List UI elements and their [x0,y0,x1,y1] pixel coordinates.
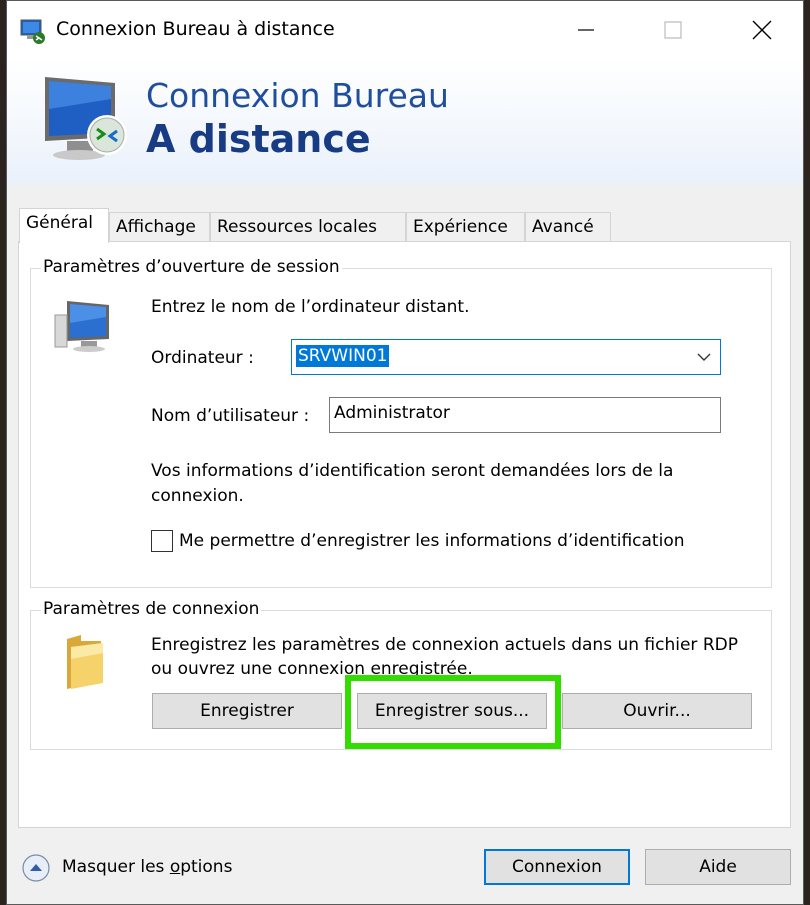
maximize-icon [664,21,682,39]
collapse-options-icon[interactable] [21,853,51,883]
minimize-icon [578,29,594,31]
computer-value: SRVWIN01 [296,345,390,367]
open-button[interactable]: Ouvrir... [562,693,752,729]
username-label: Nom d’utilisateur : [151,406,310,426]
tab-panel-general: Paramètres d’ouverture de session Entrez… [18,241,791,828]
save-button[interactable]: Enregistrer [152,693,342,729]
close-button[interactable] [723,1,801,59]
hide-options-link[interactable]: Masquer les options [62,857,232,877]
window-title: Connexion Bureau à distance [56,18,335,40]
session-intro-text: Entrez le nom de l’ordinateur distant. [151,297,470,317]
rdp-window: Connexion Bureau à distance Connexion Bu… [6,0,804,905]
username-field[interactable]: Administrator [329,397,721,433]
banner-title-line2: A distance [146,117,371,161]
tab-experience[interactable]: Expérience [406,212,525,242]
hide-options-suffix: ptions [180,857,233,877]
connection-settings-group: Paramètres de connexion Enregistrez les … [30,599,772,750]
minimize-button[interactable] [547,1,625,59]
tab-advanced[interactable]: Avancé [525,212,611,242]
session-settings-group: Paramètres d’ouverture de session Entrez… [30,257,772,588]
maximize-button[interactable] [634,1,712,59]
hide-options-prefix: Masquer les [62,857,170,877]
save-credentials-label[interactable]: Me permettre d’enregistrer les informati… [179,531,685,551]
hide-options-accelerator: o [169,857,181,877]
close-icon [752,20,772,40]
computer-icon [54,301,109,352]
remote-desktop-icon [20,19,45,44]
session-group-title: Paramètres d’ouverture de session [41,257,342,277]
connection-description: Enregistrez les paramètres de connexion … [151,635,738,679]
title-bar[interactable]: Connexion Bureau à distance [7,1,803,59]
computer-combobox[interactable]: SRVWIN01 [291,339,721,375]
save-credentials-checkbox[interactable] [151,530,173,552]
folder-icon [67,635,103,689]
computer-label: Ordinateur : [151,348,254,368]
connect-button[interactable]: Connexion [484,849,630,885]
tab-local-resources[interactable]: Ressources locales [210,212,406,242]
tab-general[interactable]: Général [19,208,109,243]
chevron-down-icon[interactable] [696,350,712,364]
connection-group-title: Paramètres de connexion [41,599,262,619]
highlight-box [345,675,561,749]
remote-desktop-logo-icon [45,77,127,160]
header-banner: Connexion Bureau A distance [7,59,803,185]
credentials-info-text: Vos informations d’identification seront… [151,461,674,506]
help-button[interactable]: Aide [645,849,791,885]
tab-display[interactable]: Affichage [109,212,210,242]
banner-title-line1: Connexion Bureau [146,76,449,115]
